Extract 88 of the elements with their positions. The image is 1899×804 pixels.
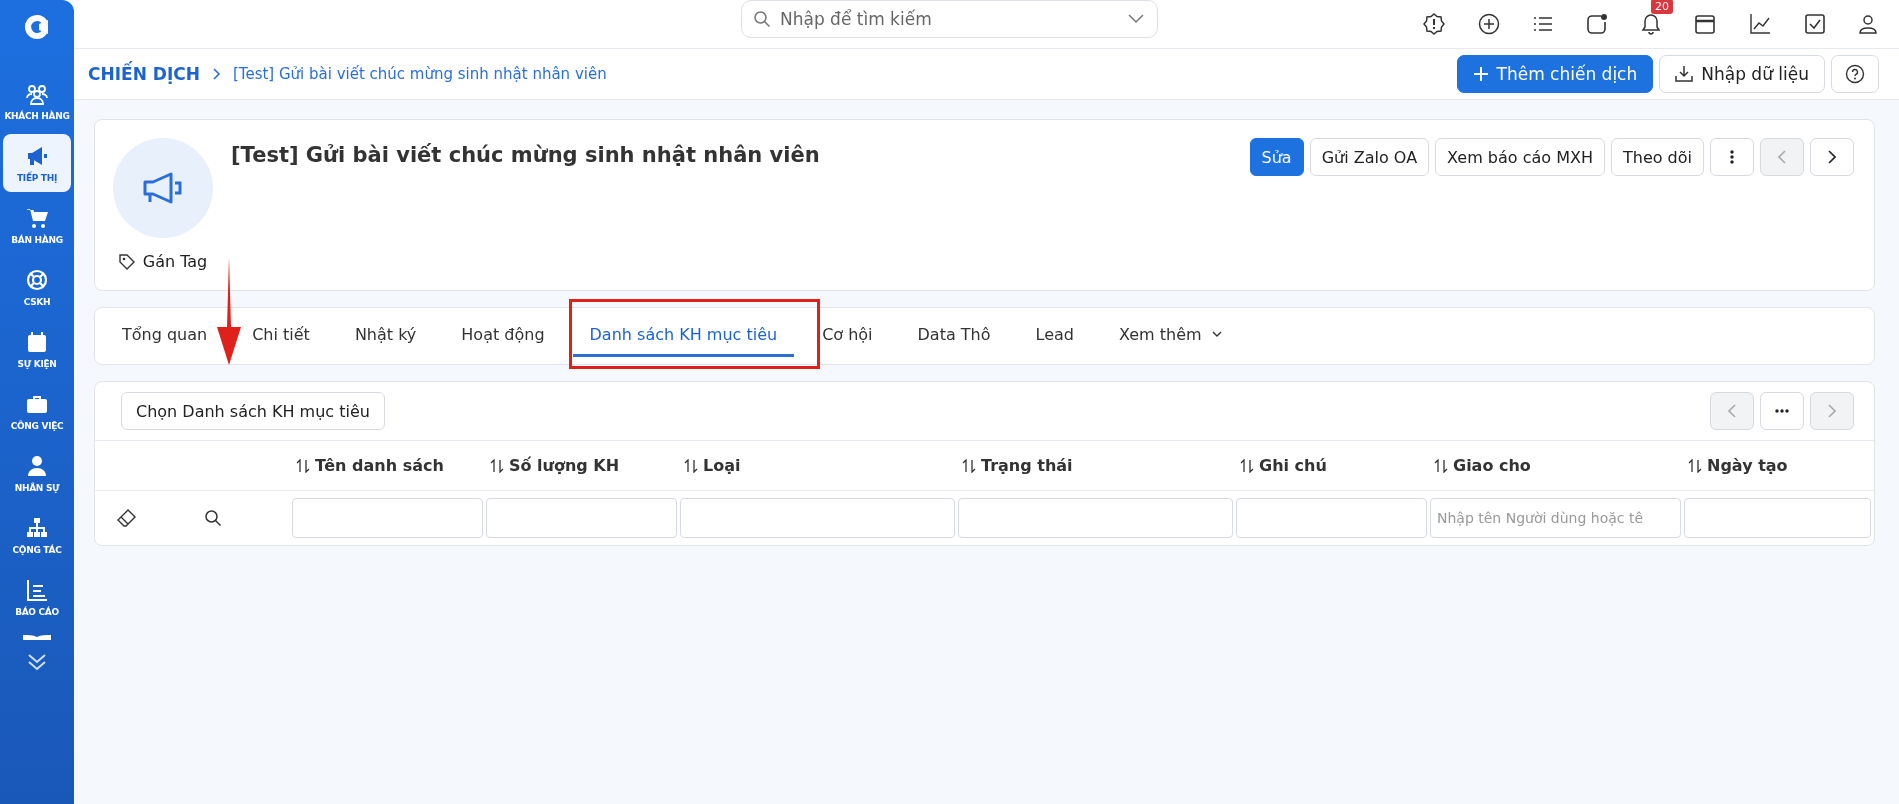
next-button[interactable] [1810, 138, 1854, 176]
sort-icon[interactable] [962, 458, 976, 473]
column-header: Tên danh sách [315, 456, 444, 475]
search-icon [753, 10, 771, 28]
megaphone-icon [142, 171, 184, 205]
assign-tag-link[interactable]: Gán Tag [118, 252, 208, 271]
notification-badge: 20 [1651, 0, 1673, 14]
list-icon[interactable] [1533, 16, 1553, 32]
alert-icon[interactable] [1423, 13, 1445, 35]
tab[interactable]: Chi tiết [235, 308, 327, 364]
filter-field[interactable] [1684, 498, 1871, 538]
sidebar-item[interactable]: KHÁCH HÀNG [3, 72, 71, 130]
sort-icon[interactable] [490, 458, 504, 473]
eraser-icon[interactable] [117, 509, 137, 527]
campaign-title: [Test] Gửi bài viết chúc mừng sinh nhật nhân viên [231, 143, 820, 169]
more-button[interactable] [1760, 392, 1804, 430]
sort-icon[interactable] [1240, 458, 1254, 473]
sort-icon[interactable] [684, 458, 698, 473]
bell-icon[interactable] [1641, 13, 1661, 35]
plus-icon [1472, 66, 1489, 82]
more-button[interactable] [1710, 138, 1754, 176]
chevron-right-icon [211, 68, 221, 80]
chevron-down-icon [1128, 14, 1144, 24]
more-vertical-icon [1730, 150, 1734, 164]
search-icon[interactable] [204, 509, 222, 527]
chart-icon [25, 577, 49, 602]
tab[interactable]: Nhật ký [337, 308, 434, 364]
column-header: Giao cho [1453, 456, 1531, 475]
sidebar-item[interactable]: BÁN HÀNG [3, 196, 71, 254]
filter-field[interactable] [1236, 498, 1427, 538]
tab[interactable]: Data Thô [900, 308, 1008, 364]
book-icon[interactable] [22, 634, 52, 640]
chevron-right-icon [1828, 404, 1836, 418]
import-button[interactable]: Nhập dữ liệu [1659, 55, 1825, 93]
chevron-left-icon [1778, 150, 1786, 164]
action-button[interactable]: Sửa [1249, 138, 1304, 176]
expand-icon[interactable] [26, 652, 48, 672]
chevron-left-icon [1728, 404, 1736, 418]
search-field[interactable]: Nhập để tìm kiếm [741, 0, 1158, 38]
tag-icon [118, 253, 135, 270]
chevron-down-icon [1211, 331, 1222, 338]
add-icon[interactable] [1478, 13, 1500, 35]
lifebuoy-icon [25, 267, 49, 292]
more-horizontal-icon [1775, 409, 1789, 413]
help-icon [1845, 64, 1865, 84]
sidebar-item[interactable]: BÁO CÁO [3, 568, 71, 626]
sidebar-item[interactable]: CỘNG TÁC [3, 506, 71, 564]
line-chart-icon[interactable] [1749, 13, 1771, 35]
tab[interactable]: Tổng quan [105, 308, 225, 364]
column-header: Ngày tạo [1707, 456, 1788, 475]
column-header: Số lượng KH [509, 456, 620, 475]
column-header: Ghi chú [1259, 456, 1327, 475]
chevron-right-icon [1828, 150, 1836, 164]
sort-icon[interactable] [1688, 458, 1702, 473]
tab[interactable]: Danh sách KH mục tiêu [572, 315, 795, 357]
more-tab[interactable]: Xem thêm [1102, 308, 1239, 364]
calendar-icon[interactable] [1694, 13, 1716, 35]
sidebar-item[interactable]: TIẾP THỊ [3, 134, 71, 192]
sidebar-item[interactable]: NHÂN SỰ [3, 444, 71, 502]
add-campaign-button[interactable]: Thêm chiến dịch [1456, 55, 1654, 93]
sort-icon[interactable] [1434, 458, 1448, 473]
sidebar-item[interactable]: CSKH [3, 258, 71, 316]
breadcrumb-current[interactable]: [Test] Gửi bài viết chúc mừng sinh nhật nhân viên [232, 65, 607, 83]
action-button[interactable]: Gửi Zalo OA [1309, 138, 1430, 176]
action-button[interactable]: Theo dõi [1610, 138, 1704, 176]
action-button[interactable]: Xem báo cáo MXH [1435, 138, 1605, 176]
help-button[interactable] [1831, 55, 1879, 93]
tab[interactable]: Lead [1018, 308, 1091, 364]
checkbox-icon[interactable] [1804, 13, 1826, 35]
filter-field[interactable] [292, 498, 483, 538]
calendar-icon [25, 329, 49, 354]
filter-field[interactable] [680, 498, 955, 538]
download-icon [1675, 65, 1694, 83]
user-icon[interactable] [1859, 14, 1877, 34]
choose-list-button[interactable]: Chọn Danh sách KH mục tiêu [121, 392, 385, 430]
sort-icon[interactable] [296, 458, 310, 473]
filter-field[interactable] [958, 498, 1233, 538]
filter-field[interactable] [486, 498, 677, 538]
status-icon[interactable] [1586, 13, 1608, 35]
org-icon [25, 515, 49, 540]
tab[interactable]: Cơ hội [805, 308, 890, 364]
column-header: Loại [703, 456, 741, 475]
filter-field[interactable]: Nhập tên Người dùng hoặc tê [1430, 498, 1681, 538]
sidebar-item[interactable]: CÔNG VIỆC [3, 382, 71, 440]
person-icon [25, 453, 49, 478]
tab[interactable]: Hoạt động [444, 308, 562, 364]
column-header: Trạng thái [981, 456, 1073, 475]
sidebar-item[interactable]: SỰ KIỆN [3, 320, 71, 378]
